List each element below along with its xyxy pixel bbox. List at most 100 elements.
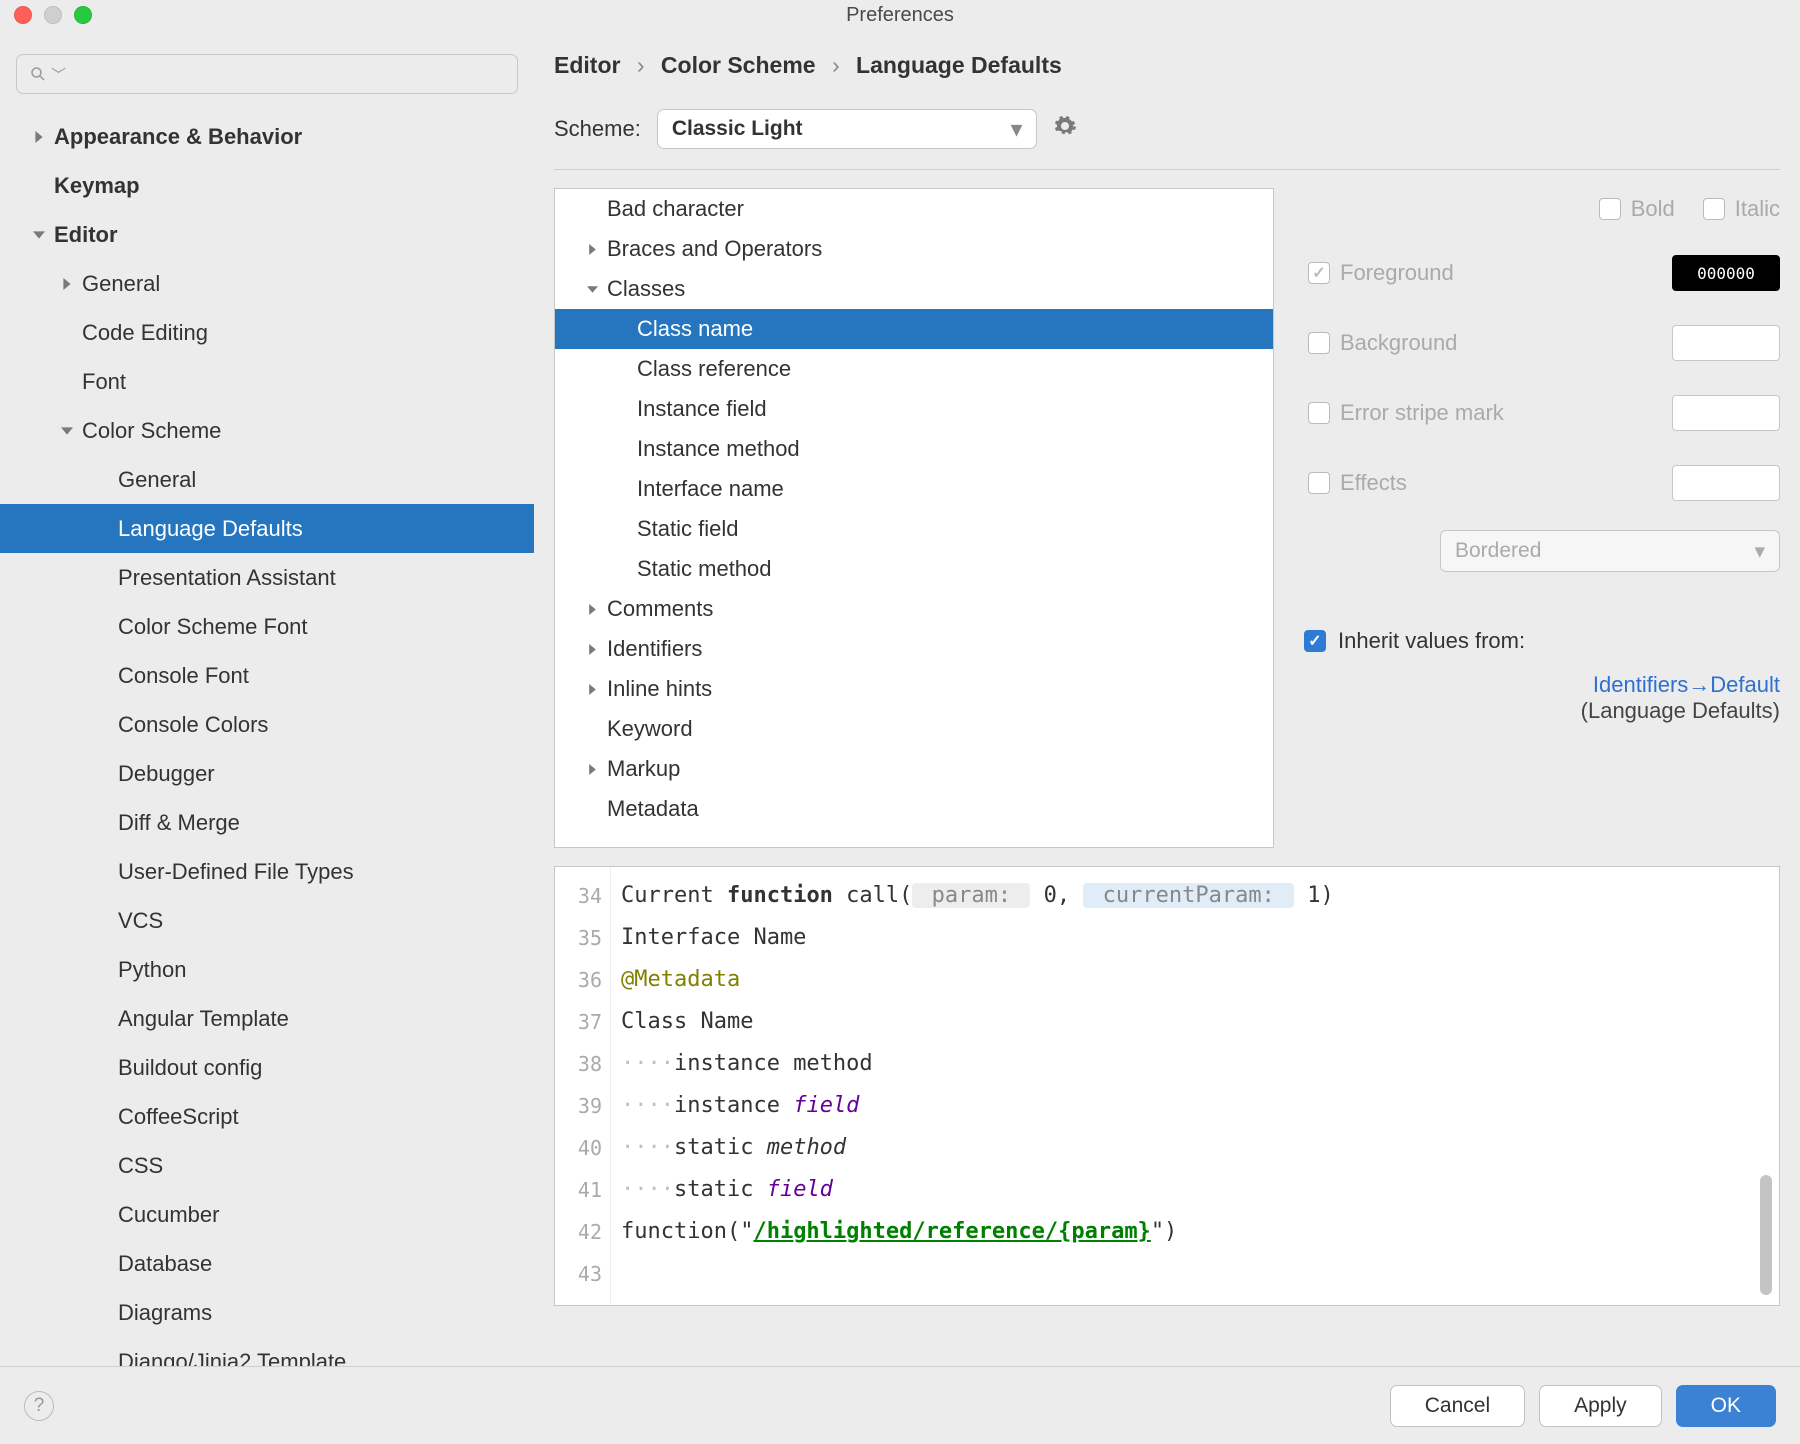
sidebar-item-label: User-Defined File Types: [118, 859, 354, 885]
sidebar-item[interactable]: VCS: [0, 896, 534, 945]
sidebar-item-label: Code Editing: [82, 320, 208, 346]
attribute-label: Identifiers: [607, 636, 702, 662]
sidebar-item[interactable]: Django/Jinja2 Template: [0, 1337, 534, 1366]
attribute-row[interactable]: Comments: [555, 589, 1273, 629]
scheme-value: Classic Light: [672, 117, 803, 141]
background-checkbox[interactable]: [1308, 332, 1330, 354]
sidebar-item[interactable]: Angular Template: [0, 994, 534, 1043]
sidebar-item-label: VCS: [118, 908, 163, 934]
sidebar-item-label: Buildout config: [118, 1055, 262, 1081]
effects-select[interactable]: Bordered ▾: [1440, 530, 1780, 572]
inherit-checkbox[interactable]: [1304, 630, 1326, 652]
attribute-label: Instance method: [637, 436, 800, 462]
sidebar-item-label: Font: [82, 369, 126, 395]
attribute-row[interactable]: Static field: [555, 509, 1273, 549]
errorstripe-swatch[interactable]: [1672, 395, 1780, 431]
apply-button[interactable]: Apply: [1539, 1385, 1662, 1427]
preview-editor: 34353637383940414243 Current function ca…: [554, 866, 1780, 1306]
attribute-label: Instance field: [637, 396, 767, 422]
bold-checkbox[interactable]: [1599, 198, 1621, 220]
attribute-row[interactable]: Instance field: [555, 389, 1273, 429]
sidebar-item[interactable]: Keymap: [0, 161, 534, 210]
sidebar-item[interactable]: Python: [0, 945, 534, 994]
scheme-select[interactable]: Classic Light ▾: [657, 109, 1037, 149]
foreground-swatch[interactable]: 000000: [1672, 255, 1780, 291]
sidebar-item-label: Color Scheme: [82, 418, 221, 444]
gear-icon[interactable]: [1053, 114, 1077, 144]
sidebar-item-label: Debugger: [118, 761, 215, 787]
effects-swatch[interactable]: [1672, 465, 1780, 501]
sidebar-item[interactable]: Cucumber: [0, 1190, 534, 1239]
sidebar-item-label: Editor: [54, 222, 118, 248]
bold-label: Bold: [1631, 196, 1675, 222]
sidebar-item[interactable]: Language Defaults: [0, 504, 534, 553]
attribute-row[interactable]: Interface name: [555, 469, 1273, 509]
sidebar-item[interactable]: Presentation Assistant: [0, 553, 534, 602]
italic-label: Italic: [1735, 196, 1780, 222]
attribute-row[interactable]: Class name: [555, 309, 1273, 349]
sidebar-item-label: Color Scheme Font: [118, 614, 308, 640]
sidebar-item[interactable]: Editor: [0, 210, 534, 259]
attribute-row[interactable]: Instance method: [555, 429, 1273, 469]
sidebar-item[interactable]: Diff & Merge: [0, 798, 534, 847]
search-input[interactable]: ﹀: [16, 54, 518, 94]
sidebar-item-label: Angular Template: [118, 1006, 289, 1032]
ok-button[interactable]: OK: [1676, 1385, 1776, 1427]
sidebar-item[interactable]: Color Scheme: [0, 406, 534, 455]
sidebar-item-label: Console Colors: [118, 712, 268, 738]
errorstripe-checkbox[interactable]: [1308, 402, 1330, 424]
attribute-row[interactable]: Keyword: [555, 709, 1273, 749]
attribute-row[interactable]: Class reference: [555, 349, 1273, 389]
attribute-row[interactable]: Markup: [555, 749, 1273, 789]
attribute-label: Class reference: [637, 356, 791, 382]
sidebar-item-label: Language Defaults: [118, 516, 303, 542]
preview-scrollbar[interactable]: [1755, 867, 1777, 1305]
attribute-row[interactable]: Metadata: [555, 789, 1273, 829]
background-swatch[interactable]: [1672, 325, 1780, 361]
sidebar-item[interactable]: Database: [0, 1239, 534, 1288]
italic-checkbox[interactable]: [1703, 198, 1725, 220]
sidebar-item[interactable]: Debugger: [0, 749, 534, 798]
sidebar-item-label: Console Font: [118, 663, 249, 689]
sidebar-item[interactable]: Console Font: [0, 651, 534, 700]
attribute-row[interactable]: Classes: [555, 269, 1273, 309]
sidebar-item[interactable]: Code Editing: [0, 308, 534, 357]
breadcrumb: Editor › Color Scheme › Language Default…: [554, 52, 1780, 89]
background-label: Background: [1340, 330, 1457, 356]
sidebar-item[interactable]: General: [0, 455, 534, 504]
search-icon: [29, 65, 47, 83]
attribute-row[interactable]: Static method: [555, 549, 1273, 589]
sidebar-item[interactable]: CSS: [0, 1141, 534, 1190]
foreground-label: Foreground: [1340, 260, 1454, 286]
sidebar-item[interactable]: Console Colors: [0, 700, 534, 749]
sidebar-item[interactable]: Diagrams: [0, 1288, 534, 1337]
sidebar: ﹀ Appearance & BehaviorKeymap Editor Gener…: [0, 44, 534, 1366]
titlebar: Preferences: [0, 0, 1800, 30]
sidebar-item[interactable]: Buildout config: [0, 1043, 534, 1092]
foreground-checkbox[interactable]: [1308, 262, 1330, 284]
sidebar-item[interactable]: User-Defined File Types: [0, 847, 534, 896]
sidebar-item[interactable]: CoffeeScript: [0, 1092, 534, 1141]
chevron-down-icon: ▾: [1754, 539, 1765, 564]
footer: ? Cancel Apply OK: [0, 1366, 1800, 1444]
attribute-row[interactable]: Identifiers: [555, 629, 1273, 669]
sidebar-item[interactable]: Font: [0, 357, 534, 406]
attribute-label: Bad character: [607, 196, 744, 222]
content: ﹀ Appearance & BehaviorKeymap Editor Gener…: [0, 30, 1800, 1366]
attribute-label: Class name: [637, 316, 753, 342]
effects-checkbox[interactable]: [1308, 472, 1330, 494]
help-icon[interactable]: ?: [24, 1391, 54, 1421]
inherit-link[interactable]: Identifiers→Default: [1593, 672, 1780, 697]
attribute-row[interactable]: Braces and Operators: [555, 229, 1273, 269]
cancel-button[interactable]: Cancel: [1390, 1385, 1525, 1427]
attribute-row[interactable]: Inline hints: [555, 669, 1273, 709]
attribute-list[interactable]: Bad character Braces and OperatorsClasses…: [554, 188, 1274, 848]
sidebar-item-label: Database: [118, 1251, 212, 1277]
sidebar-item[interactable]: General: [0, 259, 534, 308]
attribute-options: Bold Italic Foreground 000000 Background…: [1304, 188, 1780, 848]
attribute-row[interactable]: Bad character: [555, 189, 1273, 229]
sidebar-item-label: CoffeeScript: [118, 1104, 239, 1130]
settings-tree[interactable]: Appearance & BehaviorKeymap Editor General…: [0, 102, 534, 1366]
sidebar-item[interactable]: Color Scheme Font: [0, 602, 534, 651]
sidebar-item[interactable]: Appearance & Behavior: [0, 112, 534, 161]
